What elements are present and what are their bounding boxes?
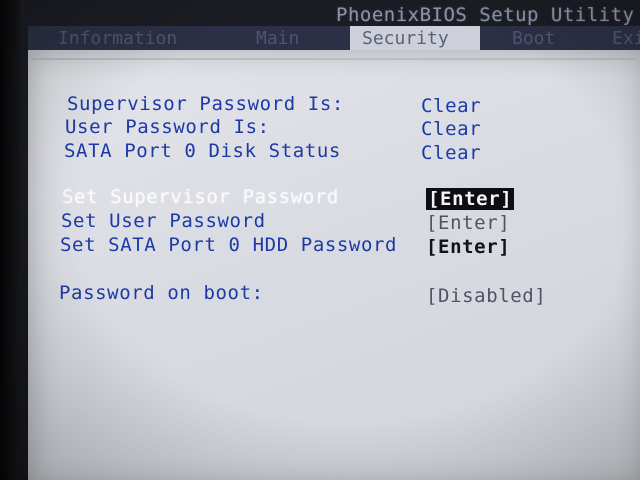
tab-main[interactable]: Main: [256, 26, 299, 51]
supervisor-password-status-value: Clear: [421, 95, 482, 117]
user-password-status-label: User Password Is:: [65, 116, 270, 138]
tab-exit[interactable]: Exit: [612, 26, 640, 51]
set-supervisor-password-item[interactable]: Set Supervisor Password: [62, 186, 339, 208]
set-user-password-item[interactable]: Set User Password: [61, 210, 266, 232]
set-user-password-enter[interactable]: [Enter]: [426, 212, 510, 234]
tab-information[interactable]: Information: [58, 26, 177, 51]
set-sata-hdd-password-enter[interactable]: [Enter]: [426, 236, 510, 258]
sata-disk-status-value: Clear: [421, 142, 482, 164]
set-sata-hdd-password-item[interactable]: Set SATA Port 0 HDD Password: [60, 234, 397, 256]
monitor-bezel: [0, 0, 20, 480]
user-password-status-value: Clear: [421, 118, 482, 140]
selected-enter-highlight: [Enter]: [426, 188, 515, 210]
tab-boot[interactable]: Boot: [512, 26, 555, 51]
tab-security[interactable]: Security: [350, 26, 480, 51]
security-panel: Supervisor Password Is: Clear User Passw…: [28, 50, 640, 480]
set-supervisor-password-enter[interactable]: [Enter]: [426, 188, 515, 210]
supervisor-password-status-label: Supervisor Password Is:: [67, 93, 344, 115]
bios-screen: PhoenixBIOS Setup Utility Information Ma…: [0, 0, 640, 480]
bios-title: PhoenixBIOS Setup Utility: [336, 4, 635, 26]
password-on-boot-item[interactable]: Password on boot:: [59, 282, 264, 304]
tab-bar: Information Main Security Boot Exit: [28, 26, 640, 51]
sata-disk-status-label: SATA Port 0 Disk Status: [64, 140, 341, 162]
password-on-boot-value[interactable]: [Disabled]: [426, 285, 546, 307]
